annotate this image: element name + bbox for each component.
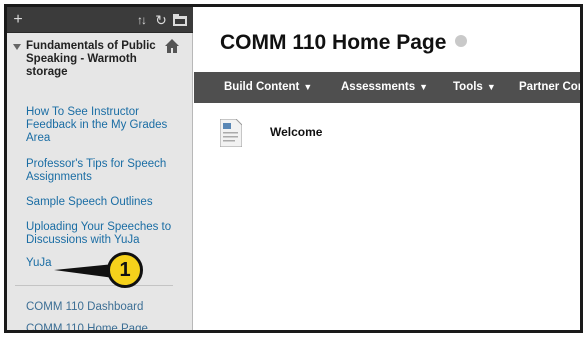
- course-title: Fundamentals of Public Speaking - Warmot…: [26, 40, 156, 78]
- menu-label: Build Content: [224, 81, 300, 93]
- sidebar-item-professor-tips[interactable]: Professor's Tips for Speech Assignments: [26, 158, 186, 184]
- sidebar-item-yuja[interactable]: YuJa: [26, 257, 52, 270]
- folder-icon[interactable]: [173, 13, 187, 26]
- assessments-menu[interactable]: Assessments ▼: [341, 72, 428, 103]
- chevron-down-icon: ▼: [303, 82, 313, 92]
- content-item-title[interactable]: Welcome: [270, 125, 322, 139]
- sidebar-divider: [15, 285, 173, 286]
- home-icon[interactable]: [165, 39, 179, 53]
- refresh-icon[interactable]: ↻: [153, 11, 169, 29]
- build-content-menu[interactable]: Build Content ▼: [224, 72, 312, 103]
- callout-badge: 1: [107, 252, 143, 288]
- sidebar-item-home-page[interactable]: COMM 110 Home Page: [26, 323, 148, 330]
- page-title-row: COMM 110 Home Page: [220, 31, 467, 57]
- sidebar-item-dashboard[interactable]: COMM 110 Dashboard: [26, 301, 143, 314]
- plus-icon[interactable]: +: [11, 11, 25, 29]
- collapse-triangle-icon[interactable]: [13, 44, 21, 50]
- tools-menu[interactable]: Tools ▼: [453, 72, 496, 103]
- sidebar-toolbar: + ↑↓ ↻: [7, 7, 193, 33]
- browser-frame: + ↑↓ ↻ Fundamentals of Public Speaking -…: [4, 4, 583, 333]
- menu-label: Tools: [453, 81, 483, 93]
- document-icon: [219, 118, 243, 148]
- main-content: COMM 110 Home Page Build Content ▼ Assess…: [194, 7, 583, 330]
- sidebar-item-uploading-speeches[interactable]: Uploading Your Speeches to Discussions w…: [26, 221, 186, 247]
- sidebar-item-instructor-feedback[interactable]: How To See Instructor Feedback in the My…: [26, 106, 186, 145]
- title-options-icon[interactable]: [454, 35, 467, 47]
- chevron-down-icon: ▼: [486, 82, 496, 92]
- sidebar-item-sample-outlines[interactable]: Sample Speech Outlines: [26, 196, 153, 209]
- sort-icon[interactable]: ↑↓: [133, 11, 149, 29]
- content-menubar: Build Content ▼ Assessments ▼ Tools ▼ Partn…: [194, 72, 583, 103]
- course-menu-sidebar: + ↑↓ ↻ Fundamentals of Public Speaking -…: [7, 7, 193, 330]
- chevron-down-icon: ▼: [419, 82, 429, 92]
- page-title: COMM 110 Home Page: [220, 31, 447, 54]
- menu-label: Partner Con: [519, 81, 583, 93]
- course-title-row[interactable]: Fundamentals of Public Speaking - Warmot…: [7, 35, 193, 83]
- partner-content-menu[interactable]: Partner Con: [519, 72, 583, 103]
- menu-label: Assessments: [341, 81, 416, 93]
